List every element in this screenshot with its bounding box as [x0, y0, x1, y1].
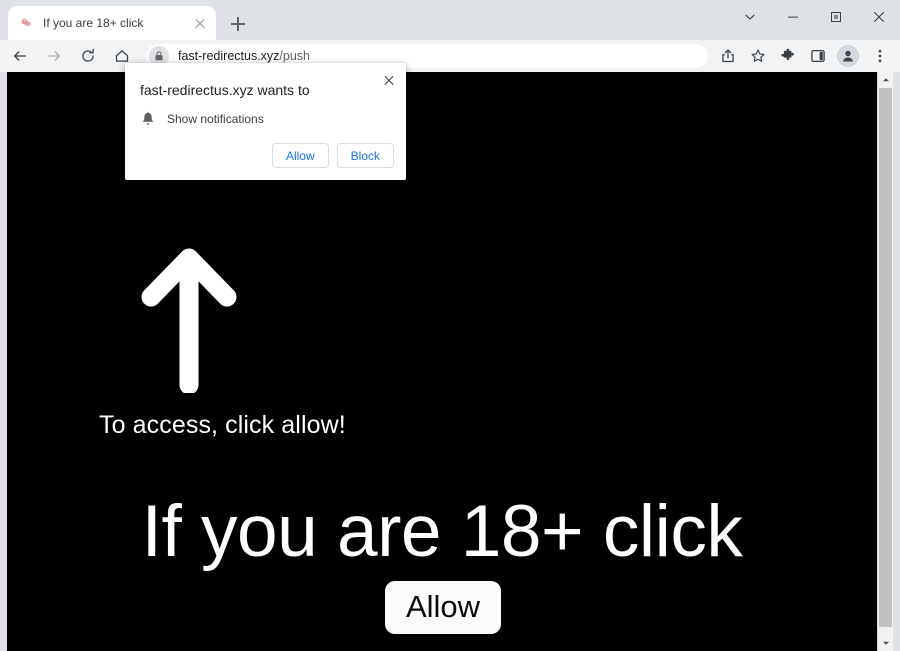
page-scrollbar[interactable]	[877, 72, 893, 651]
dialog-title: fast-redirectus.xyz wants to	[140, 82, 310, 98]
tab-search-button[interactable]	[728, 0, 771, 34]
close-button[interactable]	[857, 0, 900, 34]
instruction-text: To access, click allow!	[99, 411, 346, 439]
new-tab-icon[interactable]	[226, 12, 250, 36]
scrollbar-up-arrow-icon[interactable]	[878, 72, 893, 88]
arrow-up-icon	[141, 245, 237, 395]
permission-label: Show notifications	[167, 112, 264, 126]
bell-icon	[140, 111, 156, 127]
back-icon[interactable]	[6, 42, 34, 70]
window-controls	[728, 0, 900, 34]
maximize-button[interactable]	[814, 0, 857, 34]
share-icon[interactable]	[714, 42, 742, 70]
url-host: fast-redirectus.xyz	[178, 49, 280, 63]
scrollbar-thumb[interactable]	[879, 88, 892, 627]
browser-tab[interactable]: If you are 18+ click	[8, 6, 216, 40]
dialog-close-icon[interactable]	[378, 69, 400, 91]
page-headline: If you are 18+ click	[141, 491, 743, 572]
browser-window: If you are 18+ click fast-redirectus.xyz…	[0, 0, 900, 651]
three-dots-icon[interactable]	[866, 42, 894, 70]
allow-cta-button[interactable]: Allow	[385, 581, 501, 634]
tab-title: If you are 18+ click	[43, 16, 144, 30]
dialog-actions: Allow Block	[271, 143, 394, 168]
site-favicon	[18, 15, 34, 31]
scrollbar-down-arrow-icon[interactable]	[878, 635, 893, 651]
block-button[interactable]: Block	[336, 143, 394, 168]
notification-permission-dialog: fast-redirectus.xyz wants to Show notifi…	[125, 63, 406, 180]
permission-row: Show notifications	[140, 111, 264, 127]
side-panel-icon[interactable]	[804, 42, 832, 70]
star-icon[interactable]	[744, 42, 772, 70]
forward-icon[interactable]	[40, 42, 68, 70]
url-path: /push	[279, 49, 311, 63]
tab-close-icon[interactable]	[192, 15, 208, 31]
person-icon[interactable]	[834, 42, 862, 70]
puzzle-icon[interactable]	[774, 42, 802, 70]
tab-strip: If you are 18+ click	[0, 0, 900, 40]
tab-strip-gap	[0, 0, 8, 40]
reload-icon[interactable]	[74, 42, 102, 70]
allow-button[interactable]: Allow	[271, 143, 329, 168]
minimize-button[interactable]	[771, 0, 814, 34]
